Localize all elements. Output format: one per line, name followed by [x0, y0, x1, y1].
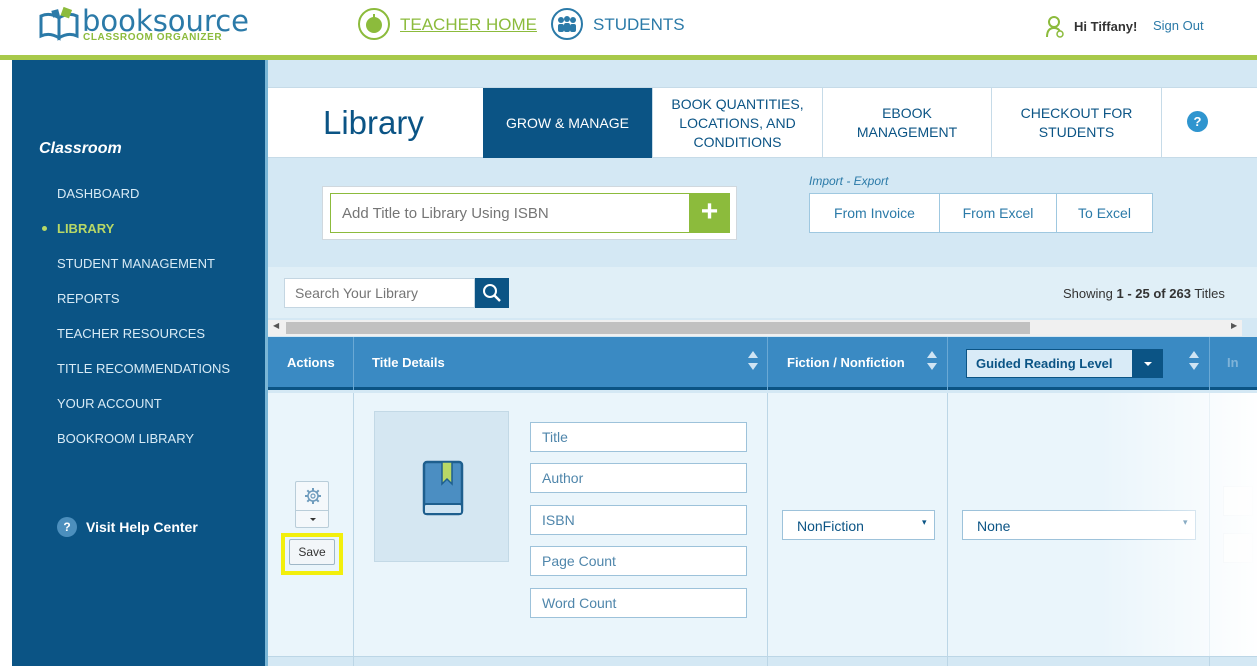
from-excel-button[interactable]: From Excel	[939, 193, 1057, 233]
isbn-input[interactable]	[330, 193, 690, 233]
column-header-actions: Actions	[287, 355, 335, 370]
help-icon[interactable]: ?	[57, 517, 77, 537]
sign-out-link[interactable]: Sign Out	[1153, 18, 1204, 33]
sidebar-heading: Classroom	[39, 140, 122, 157]
apple-icon[interactable]	[358, 8, 390, 40]
word-count-field[interactable]: Word Count	[530, 588, 747, 618]
isbn-field[interactable]: ISBN	[530, 505, 747, 535]
book-icon	[422, 460, 464, 516]
chevron-down-icon	[310, 518, 316, 521]
user-icon	[1046, 16, 1064, 38]
students-link[interactable]: STUDENTS	[593, 15, 685, 35]
scroll-fade-overlay	[1100, 393, 1257, 656]
cell-divider	[767, 393, 768, 666]
author-field[interactable]: Author	[530, 463, 747, 493]
sidebar-item-title-recommendations[interactable]: TITLE RECOMMENDATIONS	[57, 361, 230, 376]
students-icon[interactable]	[551, 8, 583, 40]
sidebar-item-dashboard[interactable]: DASHBOARD	[57, 186, 139, 201]
booksource-logo-icon	[39, 6, 79, 41]
tab-checkout-for-students[interactable]: CHECKOUT FOR STUDENTS	[991, 88, 1161, 158]
scroll-left-icon[interactable]: ◀	[273, 321, 279, 330]
sidebar-item-bookroom-library[interactable]: BOOKROOM LIBRARY	[57, 431, 194, 446]
save-button[interactable]: Save	[289, 539, 335, 565]
tab-book-quantities[interactable]: BOOK QUANTITIES, LOCATIONS, AND CONDITIO…	[652, 88, 822, 158]
top-header: booksource CLASSROOM ORGANIZER TEACHER H…	[0, 0, 1257, 56]
chevron-down-icon[interactable]	[1132, 349, 1163, 378]
column-divider	[767, 337, 768, 390]
row-actions-menu-button[interactable]	[295, 481, 329, 528]
brand-subtitle: CLASSROOM ORGANIZER	[83, 32, 223, 43]
sidebar-item-student-management[interactable]: STUDENT MANAGEMENT	[57, 256, 215, 271]
fiction-nonfiction-select[interactable]: NonFiction	[782, 510, 935, 540]
to-excel-button[interactable]: To Excel	[1056, 193, 1153, 233]
visit-help-center-link[interactable]: Visit Help Center	[86, 519, 198, 535]
gear-icon	[305, 488, 321, 504]
column-header-next: In	[1227, 355, 1239, 370]
column-header-fiction-nonfiction[interactable]: Fiction / Nonfiction	[787, 355, 905, 370]
page-title: Library	[323, 104, 424, 141]
page-count-field[interactable]: Page Count	[530, 546, 747, 576]
import-export-label: Import - Export	[809, 174, 889, 188]
chevron-down-icon: ▾	[922, 517, 927, 527]
menu-divider	[296, 510, 328, 511]
help-icon[interactable]: ?	[1187, 111, 1208, 132]
add-title-button[interactable]: +	[689, 193, 730, 233]
showing-of: of	[1149, 286, 1170, 301]
title-field[interactable]: Title	[530, 422, 747, 452]
cell-divider	[947, 393, 948, 666]
results-count: Showing 1 - 25 of 263 Titles	[1063, 286, 1225, 301]
from-invoice-button[interactable]: From Invoice	[809, 193, 940, 233]
column-header-title-details[interactable]: Title Details	[372, 355, 445, 370]
user-greeting: Hi Tiffany!	[1074, 19, 1138, 34]
showing-total: 263	[1169, 286, 1191, 301]
active-indicator	[42, 226, 47, 231]
sort-icon[interactable]	[1189, 351, 1199, 373]
scrollbar-thumb[interactable]	[286, 322, 1030, 334]
sidebar-item-your-account[interactable]: YOUR ACCOUNT	[57, 396, 162, 411]
column-divider	[1209, 337, 1210, 390]
search-button[interactable]	[475, 278, 509, 308]
search-input[interactable]	[284, 278, 475, 308]
tab-help-cell	[1161, 88, 1257, 158]
scroll-right-icon[interactable]: ▶	[1231, 321, 1237, 330]
sort-icon[interactable]	[927, 351, 937, 373]
teacher-home-link[interactable]: TEACHER HOME	[400, 15, 537, 35]
book-cover-placeholder[interactable]	[374, 411, 509, 562]
showing-suffix: Titles	[1190, 286, 1225, 301]
showing-range: 1 - 25	[1116, 286, 1150, 301]
sidebar-item-library[interactable]: LIBRARY	[57, 221, 114, 236]
column-divider	[353, 337, 354, 390]
tab-grow-manage[interactable]: GROW & MANAGE	[483, 88, 652, 158]
showing-prefix: Showing	[1063, 286, 1117, 301]
search-icon	[483, 284, 501, 302]
cell-divider	[353, 393, 354, 666]
sort-icon[interactable]	[748, 351, 758, 373]
row-divider	[268, 656, 1257, 657]
column-divider	[947, 337, 948, 390]
sidebar-item-reports[interactable]: REPORTS	[57, 291, 120, 306]
sidebar-item-teacher-resources[interactable]: TEACHER RESOURCES	[57, 326, 205, 341]
tab-ebook-management[interactable]: eBOOK MANAGEMENT	[822, 88, 991, 158]
